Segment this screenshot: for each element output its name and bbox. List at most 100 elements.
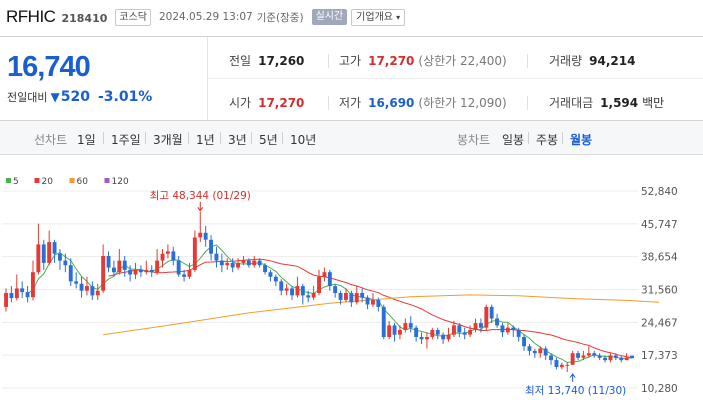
candle-body (106, 256, 111, 268)
tab-3y[interactable]: 3년 (228, 131, 247, 148)
y-tick-label: 38,654 (641, 252, 678, 264)
candle-body (198, 232, 203, 238)
legend-label: 20 (42, 177, 54, 187)
y-tick-label: 31,560 (641, 285, 678, 297)
candle-body (468, 330, 473, 335)
volume-label: 거래량 (549, 54, 583, 68)
candle-body (306, 295, 311, 298)
candle-body (273, 276, 278, 282)
quote-basis: 기준(장중) (256, 11, 304, 24)
candle-body (495, 318, 499, 326)
candle-body (74, 281, 79, 284)
candle-body (79, 283, 84, 291)
stock-code: 218410 (61, 11, 108, 25)
tab-10y[interactable]: 10년 (290, 131, 316, 148)
candle-body (9, 293, 14, 299)
tab-1d[interactable]: 1일 (77, 131, 96, 148)
candle-body (176, 260, 181, 275)
candle-body (203, 232, 208, 240)
price-block: 16,740 전일대비 ▼ 520 -3.01% (0, 37, 208, 120)
realtime-button[interactable]: 실시간 (311, 9, 348, 25)
upper-limit: (상한가 22,400) (418, 54, 507, 68)
candle-body (101, 256, 106, 291)
down-triangle-icon: ▼ (50, 90, 60, 104)
stock-name: RFHIC (6, 7, 56, 26)
candle-body (187, 269, 192, 277)
legend-swatch (34, 178, 40, 183)
candle-body (549, 355, 553, 361)
candle-body (47, 242, 52, 263)
candle-body (489, 306, 494, 319)
tab-3m[interactable]: 3개월 (153, 131, 183, 148)
candle-body (85, 286, 89, 291)
company-overview-button[interactable]: 기업개요 ▾ (351, 8, 406, 26)
candle-body (236, 262, 240, 268)
candle-body (613, 355, 618, 358)
candle-body (36, 244, 41, 273)
stock-header: RFHIC 218410 코스닥 2024.05.29 13:07 기준(장중)… (0, 0, 703, 34)
divider (527, 54, 528, 68)
candle-body (532, 350, 537, 354)
divider (328, 54, 329, 68)
tab-daily[interactable]: 일봉 (502, 131, 524, 148)
company-overview-label: 기업개요 (356, 11, 393, 23)
candle-body (371, 300, 375, 305)
candle-body (112, 267, 116, 273)
candle-body (479, 323, 483, 328)
candle-body (25, 292, 30, 298)
low-stat: 저가 16,690 (하한가 12,090) (339, 94, 507, 111)
candle-chart-heading: 봉차트 (457, 133, 491, 147)
candle-body (192, 237, 197, 270)
candle-body (554, 360, 559, 367)
legend-label: 60 (77, 177, 89, 187)
candle-body (122, 260, 127, 270)
divider (328, 96, 329, 110)
candle-body (327, 272, 332, 287)
prev-close-value: 17,260 (258, 54, 305, 68)
candle-body (241, 260, 246, 263)
candle-body (543, 348, 548, 356)
candle-body (300, 286, 305, 296)
legend-label: 120 (112, 177, 129, 187)
amount-unit: 백만 (642, 96, 665, 110)
candle-body (387, 325, 392, 337)
ma20-line (108, 258, 633, 358)
change-value: 520 (60, 89, 90, 105)
candle-body (624, 357, 629, 361)
candle-body (376, 300, 381, 307)
candle-body (14, 288, 19, 299)
candle-body (408, 323, 413, 328)
candle-body (31, 272, 35, 298)
candle-body (538, 348, 543, 354)
candle-body (268, 272, 273, 277)
candle-body (95, 290, 100, 296)
candle-body (392, 325, 397, 335)
candle-body (219, 260, 224, 266)
candle-body (58, 253, 62, 261)
candle-body (446, 334, 451, 340)
candle-body (360, 293, 365, 298)
candle-body (516, 330, 521, 337)
candle-body (214, 253, 219, 261)
tab-weekly[interactable]: 주봉 (536, 131, 558, 148)
candle-body (63, 260, 68, 266)
tab-1y[interactable]: 1년 (196, 131, 215, 148)
market-badge: 코스닥 (115, 8, 151, 26)
candle-body (144, 269, 149, 273)
candle-body (257, 260, 262, 266)
tab-monthly[interactable]: 월봉 (570, 131, 592, 148)
candle-body (171, 251, 176, 261)
quote-panel: 16,740 전일대비 ▼ 520 -3.01% 전일 17,260 고가 17… (0, 36, 703, 121)
candle-body (155, 260, 160, 273)
low-label: 저가 (339, 96, 362, 110)
high-stat: 고가 17,270 (상한가 22,400) (339, 52, 507, 69)
candle-body (403, 323, 408, 330)
tab-5y[interactable]: 5년 (259, 131, 278, 148)
amount-stat: 거래대금 1,594 백만 (549, 94, 664, 111)
divider (251, 132, 252, 144)
candle-body (511, 327, 516, 330)
tab-1w[interactable]: 1주일 (111, 131, 141, 148)
candle-body (41, 244, 46, 263)
divider (103, 132, 104, 144)
ma60-line (103, 294, 660, 336)
